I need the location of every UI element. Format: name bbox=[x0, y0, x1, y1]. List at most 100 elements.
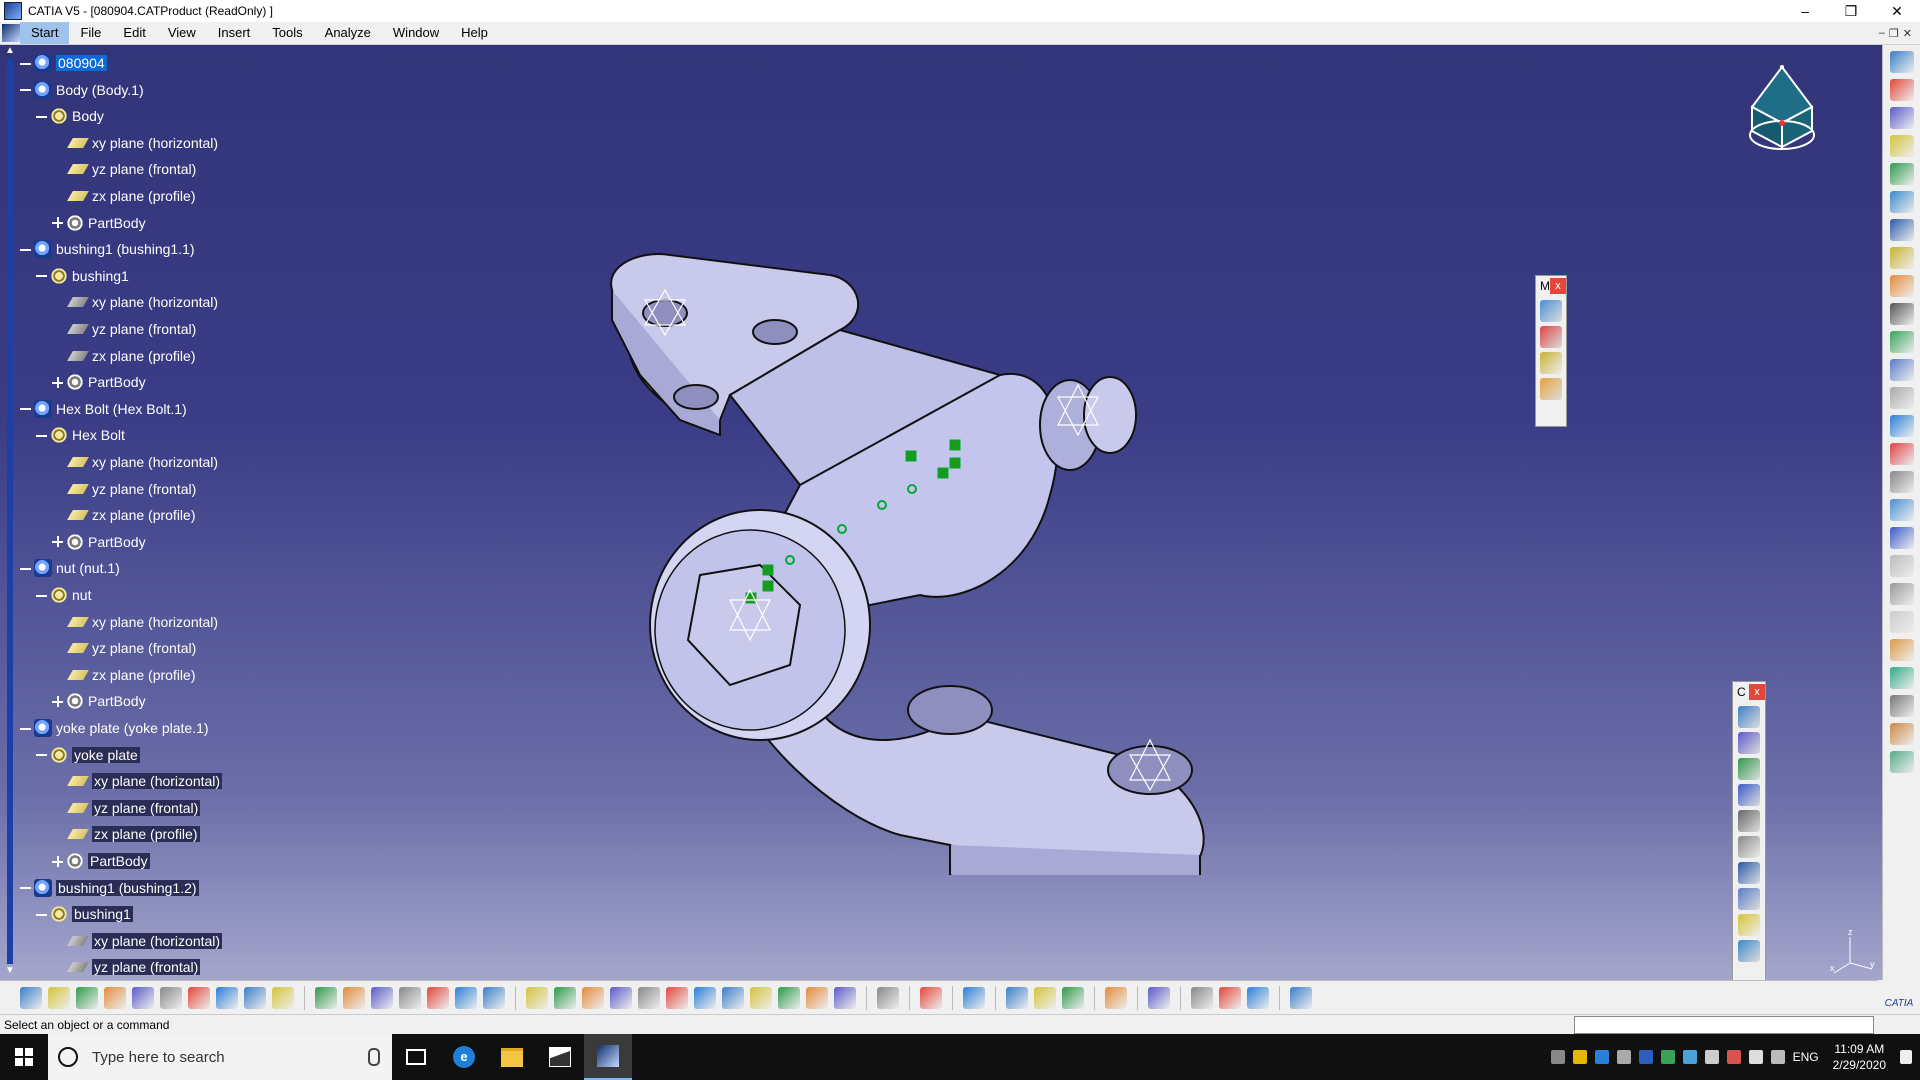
tree-node[interactable]: xy plane (horizontal) bbox=[52, 612, 218, 632]
tree-node[interactable]: bushing1 (bushing1.1) bbox=[20, 239, 195, 259]
menu-window[interactable]: Window bbox=[382, 22, 450, 44]
tree-node[interactable]: bushing1 (bushing1.2) bbox=[20, 878, 199, 898]
fly-mode-icon[interactable] bbox=[526, 987, 548, 1009]
tray-security-icon[interactable] bbox=[1660, 1050, 1675, 1064]
floating-toolbar-move[interactable]: M x bbox=[1535, 275, 1567, 427]
tree-node[interactable]: Body (Body.1) bbox=[20, 80, 144, 100]
tree-node-label[interactable]: xy plane (horizontal) bbox=[92, 773, 223, 790]
menu-file[interactable]: File bbox=[69, 22, 112, 44]
minimize-button[interactable]: – bbox=[1782, 0, 1828, 22]
annotation-icon[interactable] bbox=[1890, 555, 1914, 577]
reuse-pattern-icon[interactable] bbox=[1738, 940, 1760, 962]
sectioning-icon[interactable] bbox=[1890, 471, 1914, 493]
contact-constraint-icon[interactable] bbox=[1738, 732, 1760, 754]
fix-component-icon[interactable] bbox=[1738, 810, 1760, 832]
hide-show-icon[interactable] bbox=[806, 987, 828, 1009]
photos-taskbar-button[interactable] bbox=[536, 1034, 584, 1080]
tree-node[interactable]: PartBody bbox=[52, 691, 146, 711]
manipulation-icon[interactable] bbox=[1540, 300, 1562, 322]
simulation-icon[interactable] bbox=[1247, 987, 1269, 1009]
tree-node-label[interactable]: yz plane (frontal) bbox=[92, 799, 201, 816]
tree-node-label[interactable]: zx plane (profile) bbox=[92, 348, 196, 364]
menu-analyze[interactable]: Analyze bbox=[314, 22, 382, 44]
whats-this-icon[interactable] bbox=[272, 987, 294, 1009]
compass-widget[interactable] bbox=[1742, 65, 1822, 175]
tree-node[interactable]: zx plane (profile) bbox=[52, 346, 196, 366]
tree-node[interactable]: Body bbox=[36, 106, 104, 126]
input-language[interactable]: ENG bbox=[1793, 1050, 1819, 1064]
product-icon[interactable] bbox=[1890, 191, 1914, 213]
collapse-icon[interactable] bbox=[20, 723, 31, 734]
people-icon[interactable] bbox=[1550, 1050, 1565, 1064]
tree-node[interactable]: yz plane (frontal) bbox=[52, 638, 196, 658]
tree-node-label[interactable]: bushing1 (bushing1.2) bbox=[56, 879, 199, 896]
tree-node-label[interactable]: yz plane (frontal) bbox=[92, 959, 201, 976]
collapse-icon[interactable] bbox=[36, 590, 47, 601]
part-icon[interactable] bbox=[1890, 219, 1914, 241]
tree-node-label[interactable]: yz plane (frontal) bbox=[92, 640, 196, 656]
floating-toolbar-constraints[interactable]: C x bbox=[1732, 681, 1766, 980]
fix-together-icon[interactable] bbox=[1738, 836, 1760, 858]
pan-icon[interactable] bbox=[582, 987, 604, 1009]
collapse-icon[interactable] bbox=[20, 403, 31, 414]
normal-view-icon[interactable] bbox=[694, 987, 716, 1009]
update-all-icon[interactable] bbox=[1105, 987, 1127, 1009]
network-icon[interactable] bbox=[1748, 1050, 1763, 1064]
cut-icon[interactable] bbox=[132, 987, 154, 1009]
tree-node[interactable]: xy plane (horizontal) bbox=[52, 292, 218, 312]
tree-node-label[interactable]: PartBody bbox=[88, 853, 150, 869]
3d-plane-icon[interactable] bbox=[1148, 987, 1170, 1009]
tree-node[interactable]: yoke plate (yoke plate.1) bbox=[20, 718, 209, 738]
product-structure-icon[interactable] bbox=[1890, 51, 1914, 73]
tree-node-label[interactable]: Body (Body.1) bbox=[56, 82, 144, 98]
tree-node-label[interactable]: yz plane (frontal) bbox=[92, 161, 196, 177]
tray-norton-icon[interactable] bbox=[1572, 1050, 1587, 1064]
menu-tools[interactable]: Tools bbox=[261, 22, 313, 44]
shading-icon[interactable] bbox=[778, 987, 800, 1009]
undo-icon[interactable] bbox=[216, 987, 238, 1009]
tree-node-label[interactable]: zx plane (profile) bbox=[92, 826, 200, 843]
collapse-icon[interactable] bbox=[20, 882, 31, 893]
scroll-track[interactable] bbox=[7, 59, 13, 964]
tree-node-label[interactable]: Body bbox=[72, 108, 104, 124]
select-icon[interactable] bbox=[1890, 79, 1914, 101]
tree-root-label[interactable]: 080904 bbox=[56, 55, 107, 71]
expand-icon[interactable] bbox=[52, 217, 63, 229]
tree-node-label[interactable]: yz plane (frontal) bbox=[92, 321, 196, 337]
tree-node-label[interactable]: Hex Bolt bbox=[72, 427, 125, 443]
tree-node-label[interactable]: PartBody bbox=[88, 693, 146, 709]
tree-node[interactable]: zx plane (profile) bbox=[52, 665, 196, 685]
tree-node[interactable]: yz plane (frontal) bbox=[52, 319, 196, 339]
collapse-icon[interactable] bbox=[36, 909, 47, 920]
view-icon[interactable] bbox=[1890, 667, 1914, 689]
tray-app-icon[interactable] bbox=[1682, 1050, 1697, 1064]
camera-icon[interactable] bbox=[920, 987, 942, 1009]
flexible-rigid-icon[interactable] bbox=[1738, 888, 1760, 910]
tree-node-label[interactable]: yoke plate bbox=[72, 746, 140, 763]
tree-node[interactable]: PartBody bbox=[52, 851, 150, 871]
tree-node-label[interactable]: xy plane (horizontal) bbox=[92, 135, 218, 151]
fit-all-icon[interactable] bbox=[554, 987, 576, 1009]
maximize-button[interactable]: ❐ bbox=[1828, 0, 1874, 22]
change-constraint-icon[interactable] bbox=[1738, 914, 1760, 936]
zoom-in-icon[interactable] bbox=[638, 987, 660, 1009]
tree-node-label[interactable]: xy plane (horizontal) bbox=[92, 294, 218, 310]
tree-node[interactable]: PartBody bbox=[52, 372, 146, 392]
iso-view-icon[interactable] bbox=[750, 987, 772, 1009]
coincidence-constraint-icon[interactable] bbox=[1738, 706, 1760, 728]
scroll-down-arrow[interactable]: ▼ bbox=[4, 965, 16, 977]
save-icon[interactable] bbox=[76, 987, 98, 1009]
tree-node-label[interactable]: nut bbox=[72, 587, 91, 603]
doc-minimize-button[interactable]: – bbox=[1879, 27, 1885, 40]
catalog-browser-icon[interactable] bbox=[427, 987, 449, 1009]
collapse-icon[interactable] bbox=[36, 749, 47, 760]
exchange-icon[interactable] bbox=[963, 987, 985, 1009]
measure-icon[interactable] bbox=[1890, 499, 1914, 521]
task-view-button[interactable] bbox=[392, 1034, 440, 1080]
bill-of-material-icon[interactable] bbox=[1890, 359, 1914, 381]
cad-assembly-model[interactable] bbox=[600, 235, 1280, 875]
material-icon[interactable] bbox=[1191, 987, 1213, 1009]
tree-scrollbar[interactable]: ▲ ▼ bbox=[4, 45, 16, 980]
enhanced-scene-icon[interactable] bbox=[1890, 695, 1914, 717]
tree-node[interactable]: PartBody bbox=[52, 532, 146, 552]
